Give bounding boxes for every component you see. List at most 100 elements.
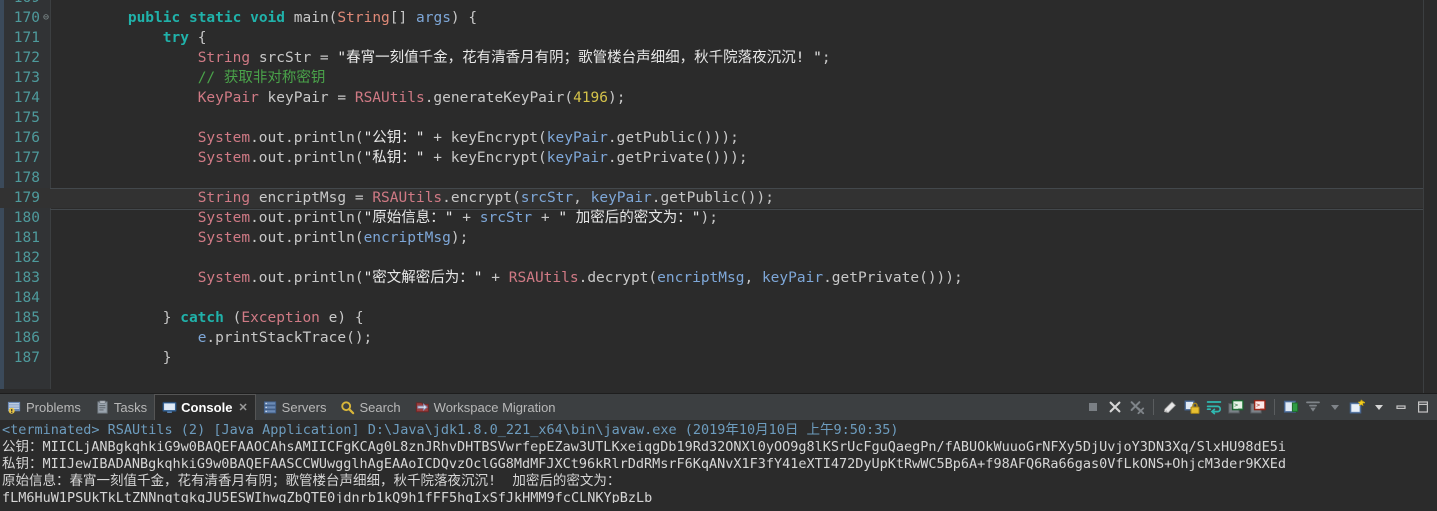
code-line[interactable]: 179 String encriptMsg = RSAUtils.encrypt… — [0, 188, 1437, 210]
code-line[interactable]: 169 — [0, 0, 1437, 8]
tab-problems[interactable]: Problems — [0, 394, 88, 420]
code-token: = — [346, 190, 373, 206]
code-token: .out.println( — [250, 230, 364, 246]
tab-workspace-migration[interactable]: Workspace Migration — [408, 394, 563, 420]
line-number: 169 — [0, 0, 42, 8]
code-line[interactable]: 182 — [0, 248, 1437, 268]
console-toolbar[interactable]: >_ >_ — [1083, 394, 1437, 420]
tab-servers[interactable]: Servers — [256, 394, 334, 420]
show-console-stdout-button[interactable]: >_ — [1226, 397, 1246, 417]
line-number[interactable]: 172 — [0, 48, 42, 68]
console-output-area[interactable]: <terminated> RSAUtils (2) [Java Applicat… — [0, 421, 1437, 511]
code-token: keyPair — [546, 150, 608, 166]
tab-search[interactable]: Search — [333, 394, 407, 420]
code-token: [] — [389, 10, 416, 26]
line-number[interactable]: 174 — [0, 88, 42, 108]
minimize-button[interactable] — [1391, 397, 1411, 417]
editor-vertical-scrollbar[interactable] — [1423, 0, 1437, 393]
code-line[interactable]: 174 KeyPair keyPair = RSAUtils.generateK… — [0, 88, 1437, 108]
display-selected-console-button[interactable] — [1303, 397, 1323, 417]
tab-tasks[interactable]: Tasks — [88, 394, 154, 420]
line-number[interactable]: 177 — [0, 148, 42, 168]
line-number[interactable]: 182 — [0, 248, 42, 268]
editor-horizontal-scrollbar[interactable] — [0, 389, 1423, 393]
line-number[interactable]: 180 — [0, 208, 42, 228]
code-line[interactable]: 184 — [0, 288, 1437, 308]
maximize-button[interactable] — [1413, 397, 1433, 417]
code-line[interactable]: 176 System.out.println("公钥：" + keyEncryp… — [0, 128, 1437, 148]
remove-launch-button[interactable] — [1105, 397, 1125, 417]
code-text: try { — [58, 28, 207, 48]
line-number[interactable]: 170 — [0, 8, 42, 28]
code-token: .out.println( — [250, 210, 364, 226]
line-number[interactable]: 181 — [0, 228, 42, 248]
display-selected-console-dropdown[interactable] — [1325, 397, 1345, 417]
code-line[interactable]: 171 try { — [0, 28, 1437, 48]
fold-marker-icon[interactable]: ⊖ — [42, 8, 50, 28]
line-number[interactable]: 185 — [0, 308, 42, 328]
line-number[interactable]: 187 — [0, 348, 42, 368]
line-number[interactable]: 179 — [0, 188, 42, 208]
code-line[interactable]: 175 — [0, 108, 1437, 128]
code-line[interactable]: 177 System.out.println("私钥：" + keyEncryp… — [0, 148, 1437, 168]
code-token: catch — [180, 310, 224, 326]
code-text: KeyPair keyPair = RSAUtils.generateKeyPa… — [58, 88, 626, 108]
code-line[interactable]: 183 System.out.println("密文解密后为：" + RSAUt… — [0, 268, 1437, 288]
code-line[interactable]: 172 String srcStr = "春宵一刻值千金，花有清香月有阴；歌管楼… — [0, 48, 1437, 68]
show-console-stderr-button[interactable]: >_ — [1248, 397, 1268, 417]
code-line[interactable]: 173 // 获取非对称密钥 — [0, 68, 1437, 88]
tab-console[interactable]: Console ✕ — [154, 394, 256, 420]
problems-icon — [7, 400, 22, 415]
panel-tab-bar[interactable]: Problems Tasks Console ✕ Servers Search Worksp… — [0, 394, 1437, 421]
code-text: } — [58, 348, 172, 368]
clear-console-button[interactable] — [1160, 397, 1180, 417]
code-token: try — [162, 30, 189, 46]
code-token: ) { — [450, 10, 478, 26]
code-token: .generateKeyPair( — [424, 90, 574, 106]
code-line[interactable]: 186 e.printStackTrace(); — [0, 328, 1437, 348]
line-number[interactable]: 176 — [0, 128, 42, 148]
search-icon — [340, 400, 355, 415]
open-console-dropdown[interactable] — [1369, 397, 1389, 417]
bottom-panel: Problems Tasks Console ✕ Servers Search Worksp… — [0, 393, 1437, 511]
line-number[interactable]: 171 — [0, 28, 42, 48]
line-number[interactable]: 178 — [0, 168, 42, 188]
java-editor[interactable]: 169170⊖ public static void main(String[]… — [0, 0, 1437, 393]
code-text: System.out.println("私钥：" + keyEncrypt(ke… — [58, 148, 748, 168]
code-line[interactable]: 187 } — [0, 348, 1437, 368]
code-token: encriptMsg — [657, 270, 745, 286]
tab-label: Console — [181, 400, 233, 415]
line-number[interactable]: 175 — [0, 108, 42, 128]
code-token: .getPrivate())); — [607, 150, 748, 166]
close-icon[interactable]: ✕ — [238, 401, 247, 414]
line-number[interactable]: 184 — [0, 288, 42, 308]
editor-code-area[interactable]: 169170⊖ public static void main(String[]… — [0, 0, 1437, 393]
code-line[interactable]: 185 } catch (Exception e) { — [0, 308, 1437, 328]
code-token: RSAUtils — [354, 90, 425, 106]
code-line[interactable]: 180 System.out.println("原始信息：" + srcStr … — [0, 208, 1437, 228]
code-token: Exception — [241, 310, 320, 326]
code-token: keyPair — [546, 130, 608, 146]
code-line[interactable]: 178 — [0, 168, 1437, 188]
code-token: " 加密后的密文为：" — [558, 210, 701, 226]
remove-all-terminated-button[interactable] — [1127, 397, 1147, 417]
code-line[interactable]: 170 ⊖ public static void main(String[] ar… — [0, 8, 1437, 28]
code-line[interactable]: 181 System.out.println(encriptMsg); — [0, 228, 1437, 248]
line-number[interactable]: 183 — [0, 268, 42, 288]
terminate-button[interactable] — [1083, 397, 1103, 417]
scroll-lock-button[interactable] — [1182, 397, 1202, 417]
code-text: String srcStr = "春宵一刻值千金，花有清香月有阴；歌管楼台声细细… — [58, 48, 831, 68]
word-wrap-button[interactable] — [1204, 397, 1224, 417]
code-text: e.printStackTrace(); — [58, 328, 373, 348]
open-console-button[interactable] — [1347, 397, 1367, 417]
code-token: keyPair — [267, 90, 329, 106]
line-number[interactable]: 173 — [0, 68, 42, 88]
pin-console-button[interactable] — [1281, 397, 1301, 417]
line-number[interactable]: 186 — [0, 328, 42, 348]
code-token: , — [744, 270, 762, 286]
